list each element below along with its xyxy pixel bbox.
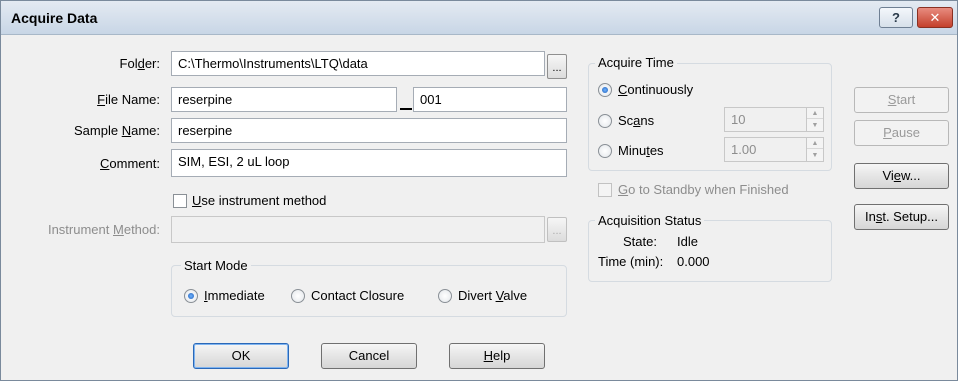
go-to-standby-label: Go to Standby when Finished [618,182,789,197]
pause-button: Pause [854,120,949,146]
acquire-minutes-radio[interactable] [598,144,612,158]
start-mode-divert-valve-label[interactable]: Divert Valve [458,288,527,303]
file-name-field[interactable]: reserpine [171,87,397,112]
start-mode-contact-closure-label[interactable]: Contact Closure [311,288,404,303]
start-mode-title: Start Mode [181,258,251,273]
acquire-data-dialog: Acquire Data ? ✕ Folder: C:\Thermo\Instr… [0,0,958,381]
file-name-label: File Name: [97,92,160,107]
use-instrument-method-label[interactable]: Use instrument method [192,193,326,208]
scans-input: 10 [724,107,808,132]
acquire-continuously-radio[interactable] [598,83,612,97]
title-help-button[interactable]: ? [879,7,913,28]
acquire-scans-radio[interactable] [598,114,612,128]
start-mode-contact-closure-radio[interactable] [291,289,305,303]
acquire-minutes-label[interactable]: Minutes [618,143,664,158]
comment-label: Comment: [100,156,160,171]
close-button[interactable]: ✕ [917,7,953,28]
start-mode-divert-valve-radio[interactable] [438,289,452,303]
help-button[interactable]: Help [449,343,545,369]
file-suffix-field[interactable]: 001 [413,87,567,112]
time-value: 0.000 [677,254,710,269]
instrument-method-browse-button: ... [547,217,567,242]
start-mode-immediate-label[interactable]: Immediate [204,288,265,303]
comment-field[interactable]: SIM, ESI, 2 uL loop [171,149,567,177]
view-button[interactable]: View... [854,163,949,189]
title-bar: Acquire Data ? ✕ [1,1,957,35]
cancel-button[interactable]: Cancel [321,343,417,369]
acquire-continuously-label[interactable]: Continuously [618,82,693,97]
scans-spinner: ▲ ▼ [806,107,824,132]
state-value: Idle [677,234,698,249]
go-to-standby-checkbox [598,183,612,197]
minutes-spinner: ▲ ▼ [806,137,824,162]
acquisition-status-title: Acquisition Status [595,213,705,228]
acquire-scans-label[interactable]: Scans [618,113,654,128]
folder-browse-button[interactable]: ... [547,54,567,79]
start-mode-immediate-radio[interactable] [184,289,198,303]
file-suffix-separator [400,108,412,110]
acquisition-status-group [588,220,832,282]
folder-field[interactable]: C:\Thermo\Instruments\LTQ\data [171,51,545,76]
start-button: Start [854,87,949,113]
instrument-method-label: Instrument Method: [47,222,160,237]
minutes-input: 1.00 [724,137,808,162]
time-label: Time (min): [598,254,664,269]
acquire-time-title: Acquire Time [595,55,677,70]
sample-name-field[interactable]: reserpine [171,118,567,143]
state-label: State: [623,234,657,249]
window-title: Acquire Data [11,10,98,26]
ok-button[interactable]: OK [193,343,289,369]
sample-name-label: Sample Name: [74,123,160,138]
inst-setup-button[interactable]: Inst. Setup... [854,204,949,230]
use-instrument-method-checkbox[interactable] [173,194,187,208]
folder-label: Folder: [119,56,160,71]
instrument-method-field [171,216,545,243]
